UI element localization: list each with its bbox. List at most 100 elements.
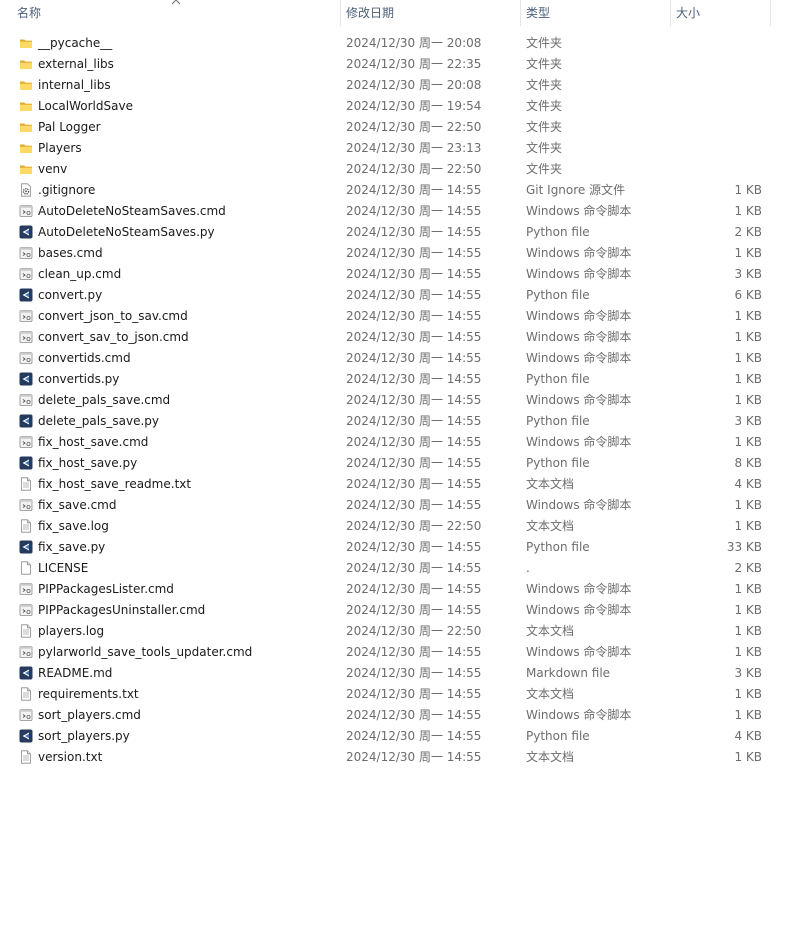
file-modified-date: 2024/12/30 周一 14:55 [346,435,482,449]
file-row[interactable]: fix_save.log 2024/12/30 周一 22:50 文本文档 1 KB [0,516,800,537]
file-size: 2 KB [734,225,762,239]
file-type: Python file [526,540,590,554]
script-file-icon [19,246,33,260]
file-row[interactable]: LocalWorldSave 2024/12/30 周一 19:54 文件夹 [0,96,800,117]
file-size: 1 KB [734,183,762,197]
file-row[interactable]: sort_players.cmd 2024/12/30 周一 14:55 Windo… [0,705,800,726]
file-row[interactable]: README.md 2024/12/30 周一 14:55 Markdown fil… [0,663,800,684]
file-row[interactable]: fix_host_save_readme.txt 2024/12/30 周一 14… [0,474,800,495]
file-row[interactable]: PIPPackagesUninstaller.cmd 2024/12/30 周一 … [0,600,800,621]
file-row[interactable]: Players 2024/12/30 周一 23:13 文件夹 [0,138,800,159]
file-name: external_libs [38,57,114,71]
file-modified-date: 2024/12/30 周一 14:55 [346,666,482,680]
file-row[interactable]: fix_host_save.cmd 2024/12/30 周一 14:55 Wind… [0,432,800,453]
file-type: 文本文档 [526,519,575,533]
file-type: Windows 命令脚本 [526,435,632,449]
file-row[interactable]: external_libs 2024/12/30 周一 22:35 文件夹 [0,54,800,75]
file-name: fix_host_save.cmd [38,435,149,449]
file-size: 1 KB [734,309,762,323]
python-file-icon [19,540,33,554]
file-size: 3 KB [734,666,762,680]
file-modified-date: 2024/12/30 周一 22:50 [346,624,482,638]
file-modified-date: 2024/12/30 周一 14:55 [346,477,482,491]
file-row[interactable]: convert.py 2024/12/30 周一 14:55 Python file… [0,285,800,306]
file-row[interactable]: bases.cmd 2024/12/30 周一 14:55 Windows 命令脚本… [0,243,800,264]
file-modified-date: 2024/12/30 周一 23:13 [346,141,482,155]
file-row[interactable]: sort_players.py 2024/12/30 周一 14:55 Python… [0,726,800,747]
file-row[interactable]: players.log 2024/12/30 周一 22:50 文本文档 1 KB [0,621,800,642]
script-file-icon [19,603,33,617]
python-file-icon [19,372,33,386]
folder-icon [19,99,33,113]
file-row[interactable]: .gitignore 2024/12/30 周一 14:55 Git Ignore … [0,180,800,201]
file-row[interactable]: delete_pals_save.cmd 2024/12/30 周一 14:55 W… [0,390,800,411]
file-row[interactable]: internal_libs 2024/12/30 周一 20:08 文件夹 [0,75,800,96]
script-file-icon [19,645,33,659]
sort-ascending-icon [171,0,181,5]
file-row[interactable]: clean_up.cmd 2024/12/30 周一 14:55 Windows 命… [0,264,800,285]
file-size: 1 KB [734,708,762,722]
text-file-icon [19,624,33,638]
file-row[interactable]: pylarworld_save_tools_updater.cmd 2024/12… [0,642,800,663]
file-name: clean_up.cmd [38,267,122,281]
file-modified-date: 2024/12/30 周一 20:08 [346,78,482,92]
file-size: 1 KB [734,330,762,344]
file-row[interactable]: fix_save.cmd 2024/12/30 周一 14:55 Windows 命… [0,495,800,516]
file-modified-date: 2024/12/30 周一 14:55 [346,645,482,659]
file-size: 1 KB [734,372,762,386]
file-row[interactable]: AutoDeleteNoSteamSaves.cmd 2024/12/30 周一 … [0,201,800,222]
file-row[interactable]: convert_sav_to_json.cmd 2024/12/30 周一 14:… [0,327,800,348]
file-row[interactable]: requirements.txt 2024/12/30 周一 14:55 文本文档 1… [0,684,800,705]
file-row[interactable]: convertids.py 2024/12/30 周一 14:55 Python f… [0,369,800,390]
file-modified-date: 2024/12/30 周一 14:55 [346,330,482,344]
file-size: 1 KB [734,519,762,533]
file-row[interactable]: venv 2024/12/30 周一 22:50 文件夹 [0,159,800,180]
file-row[interactable]: Pal Logger 2024/12/30 周一 22:50 文件夹 [0,117,800,138]
file-name: PIPPackagesLister.cmd [38,582,174,596]
column-header-size[interactable]: 大小 [670,0,770,26]
file-modified-date: 2024/12/30 周一 14:55 [346,708,482,722]
file-name: bases.cmd [38,246,103,260]
script-file-icon [19,204,33,218]
file-name: delete_pals_save.py [38,414,159,428]
file-row[interactable]: __pycache__ 2024/12/30 周一 20:08 文件夹 [0,33,800,54]
file-row[interactable]: version.txt 2024/12/30 周一 14:55 文本文档 1 KB [0,747,800,768]
file-name: PIPPackagesUninstaller.cmd [38,603,206,617]
file-name: Players [38,141,82,155]
column-header-size-label: 大小 [676,6,701,20]
file-row[interactable]: PIPPackagesLister.cmd 2024/12/30 周一 14:55… [0,579,800,600]
file-row[interactable]: AutoDeleteNoSteamSaves.py 2024/12/30 周一 1… [0,222,800,243]
file-name: convert_json_to_sav.cmd [38,309,188,323]
file-modified-date: 2024/12/30 周一 14:55 [346,351,482,365]
column-header-type[interactable]: 类型 [520,0,670,26]
file-row[interactable]: convert_json_to_sav.cmd 2024/12/30 周一 14:… [0,306,800,327]
file-modified-date: 2024/12/30 周一 14:55 [346,456,482,470]
file-modified-date: 2024/12/30 周一 22:50 [346,120,482,134]
file-type: Python file [526,372,590,386]
folder-icon [19,57,33,71]
file-name: AutoDeleteNoSteamSaves.cmd [38,204,226,218]
text-file-icon [19,477,33,491]
file-type: 文件夹 [526,162,563,176]
file-type: Git Ignore 源文件 [526,183,626,197]
file-modified-date: 2024/12/30 周一 14:55 [346,246,482,260]
file-type: 文件夹 [526,141,563,155]
column-header-modified[interactable]: 修改日期 [340,0,520,26]
blank-file-icon [19,561,33,575]
file-type: Windows 命令脚本 [526,309,632,323]
script-file-icon [19,351,33,365]
file-row[interactable]: LICENSE 2024/12/30 周一 14:55. 2 KB [0,558,800,579]
file-row[interactable]: fix_host_save.py 2024/12/30 周一 14:55 Pytho… [0,453,800,474]
file-row[interactable]: fix_save.py 2024/12/30 周一 14:55 Python fil… [0,537,800,558]
column-divider[interactable] [770,0,771,26]
column-header-name[interactable]: 名称 [0,0,340,26]
file-row[interactable]: delete_pals_save.py 2024/12/30 周一 14:55 Py… [0,411,800,432]
file-list: __pycache__ 2024/12/30 周一 20:08 文件夹 externa… [0,33,800,768]
file-size: 6 KB [734,288,762,302]
file-modified-date: 2024/12/30 周一 20:08 [346,36,482,50]
file-name: internal_libs [38,78,111,92]
file-size: 1 KB [734,603,762,617]
file-row[interactable]: convertids.cmd 2024/12/30 周一 14:55 Windows… [0,348,800,369]
file-modified-date: 2024/12/30 周一 14:55 [346,603,482,617]
script-file-icon [19,267,33,281]
